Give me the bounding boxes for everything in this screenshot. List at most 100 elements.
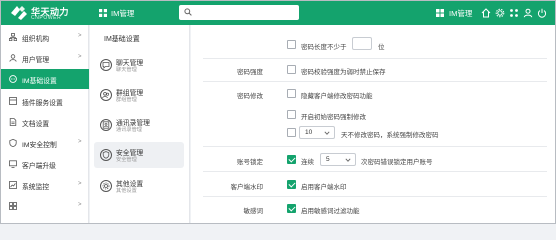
gear-icon[interactable] <box>495 8 505 18</box>
org-icon <box>9 33 17 41</box>
setting-account-lock: 账号锁定 连续 5 次密码错误锁定用户账号 <box>191 153 555 166</box>
subnav-title: IM基础设置 <box>104 36 140 43</box>
sidebar-item-monitor[interactable]: 系统监控 > <box>1 176 89 194</box>
monitor-icon <box>9 160 17 168</box>
user-icon <box>9 54 17 62</box>
lock-text: 次密码错误锁定用户账号 <box>361 159 433 166</box>
sub-navigation: IM基础设置 聊天管理 聊天管理 群组管理 群组管理 通讯录管理 通讯录管理 安… <box>90 25 190 223</box>
plugin-icon <box>9 97 17 105</box>
pw-change-hide-text: 隐藏客户端修改密码功能 <box>301 93 373 100</box>
pw-expire-days-value: 10 <box>305 129 313 136</box>
min-length-checkbox[interactable] <box>287 40 296 49</box>
min-length-text: 密码长度不少于 <box>301 44 347 51</box>
contacts-icon <box>100 119 112 131</box>
security-settings-panel: 密码长度不少于 位 密码强度 密码校验强度为弱时禁止保存 密码修改 隐藏客户端修… <box>191 25 555 223</box>
subnav-item-subtitle: 群组管理 <box>116 97 137 103</box>
chevron-right-icon: > <box>78 202 82 208</box>
setting-sensitive-words: 敏感词 启用敏感词过滤功能 <box>191 202 555 215</box>
subnav-item-contacts[interactable]: 通讯录管理 通讯录管理 <box>94 112 184 138</box>
chevron-right-icon: > <box>78 139 82 145</box>
chevron-right-icon: > <box>78 33 82 39</box>
setting-watermark: 客户端水印 启用客户端水印 <box>191 178 555 191</box>
logout-button[interactable] <box>537 1 547 25</box>
sidebar-item-more[interactable]: > <box>1 197 89 215</box>
sidebar-item-plugin[interactable]: 插件服务设置 <box>1 92 89 110</box>
divider <box>203 81 547 82</box>
chevron-down-icon <box>324 131 330 135</box>
app-center-button[interactable] <box>509 1 519 25</box>
chevron-right-icon: > <box>78 181 82 187</box>
lock-count-select[interactable]: 5 <box>320 153 356 166</box>
top-header: 华天动力 CNPOWER IM管理 IM管理 <box>1 1 555 25</box>
min-length-unit: 位 <box>378 44 385 51</box>
sidebar-item-im-security[interactable]: IM安全控制 > <box>1 134 89 152</box>
sidebar-item-users[interactable]: 用户管理 > <box>1 49 89 67</box>
sidebar-item-label: 组织机构 <box>22 36 50 43</box>
pw-expire-checkbox[interactable] <box>287 128 296 137</box>
shield-icon <box>9 139 17 147</box>
subnav-item-chat[interactable]: 聊天管理 聊天管理 <box>94 52 184 78</box>
divider <box>203 171 547 172</box>
pw-change-init-checkbox[interactable] <box>287 110 296 119</box>
min-length-input[interactable] <box>352 37 372 50</box>
lock-checkbox[interactable] <box>287 155 296 164</box>
lock-label: 账号锁定 <box>237 159 263 166</box>
subnav-item-other[interactable]: 其他设置 其他设置 <box>94 173 184 199</box>
subnav-item-subtitle: 安全管理 <box>116 157 137 163</box>
chat-icon <box>100 59 112 71</box>
home-icon[interactable] <box>481 8 491 18</box>
sidebar-item-client-upgrade[interactable]: 客户端升级 <box>1 155 89 173</box>
setting-pw-strength: 密码强度 密码校验强度为弱时禁止保存 <box>191 63 555 76</box>
gear-icon <box>100 180 112 192</box>
settings-button[interactable] <box>495 1 505 25</box>
subnav-item-group[interactable]: 群组管理 群组管理 <box>94 82 184 108</box>
sensitive-label: 敏感词 <box>243 208 264 215</box>
power-icon[interactable] <box>537 8 547 18</box>
sidebar-item-org[interactable]: 组织机构 > <box>1 28 89 46</box>
search-icon[interactable] <box>184 8 192 16</box>
pw-strength-checkbox[interactable] <box>287 65 296 74</box>
sidebar-item-docs[interactable]: 文档设置 <box>1 113 89 131</box>
watermark-checkbox[interactable] <box>287 180 296 189</box>
header-right-grid[interactable] <box>435 1 445 25</box>
chevron-right-icon: > <box>78 54 82 60</box>
grid-icon <box>9 202 17 210</box>
sidebar-item-label: 文档设置 <box>22 121 50 128</box>
setting-pw-change-init: 开启初始密码强制修改 <box>191 108 555 121</box>
sensitive-text: 启用敏感词过滤功能 <box>301 208 360 215</box>
setting-min-length: 密码长度不少于 位 <box>191 37 555 51</box>
chat-icon <box>9 75 17 83</box>
grid-icon[interactable] <box>435 8 445 18</box>
search-box[interactable] <box>179 5 299 20</box>
chevron-down-icon <box>345 158 351 162</box>
sidebar-item-label: 客户端升级 <box>22 163 56 170</box>
user-button[interactable] <box>523 1 533 25</box>
brand-subtitle: CNPOWER <box>31 15 62 21</box>
pw-expire-days-select[interactable]: 10 <box>299 126 335 139</box>
header-right-title[interactable]: IM管理 <box>449 1 472 25</box>
sidebar-item-im-basic[interactable]: IM基础设置 <box>1 69 89 89</box>
pw-strength-label: 密码强度 <box>237 69 263 76</box>
sidebar-item-label: 用户管理 <box>22 57 50 64</box>
sensitive-checkbox[interactable] <box>287 204 296 213</box>
user-icon[interactable] <box>523 8 533 18</box>
pw-change-label: 密码修改 <box>237 93 263 100</box>
group-icon <box>100 89 112 101</box>
home-button[interactable] <box>481 1 491 25</box>
pw-change-init-text: 开启初始密码强制修改 <box>301 114 366 121</box>
subnav-item-security[interactable]: 安全管理 安全管理 <box>94 142 184 168</box>
apps-icon[interactable] <box>509 8 519 18</box>
setting-pw-change-hide: 密码修改 隐藏客户端修改密码功能 <box>191 87 555 100</box>
document-icon <box>9 118 17 126</box>
sidebar-item-label: IM安全控制 <box>22 142 57 149</box>
subnav-item-subtitle: 聊天管理 <box>116 67 137 73</box>
search-input[interactable] <box>195 6 295 18</box>
sidebar-item-label: IM基础设置 <box>22 78 57 85</box>
subnav-item-subtitle: 其他设置 <box>116 188 137 194</box>
sidebar-item-label: 系统监控 <box>22 184 50 191</box>
pw-change-hide-checkbox[interactable] <box>287 89 296 98</box>
logo-icon <box>11 6 27 20</box>
pw-strength-text: 密码校验强度为弱时禁止保存 <box>301 69 386 76</box>
setting-pw-expire: 10 天不修改密码，系统强制修改密码 <box>191 126 555 139</box>
sidebar: 组织机构 > 用户管理 > IM基础设置 插件服务设置 文档设置 IM安全控制 … <box>1 25 89 223</box>
